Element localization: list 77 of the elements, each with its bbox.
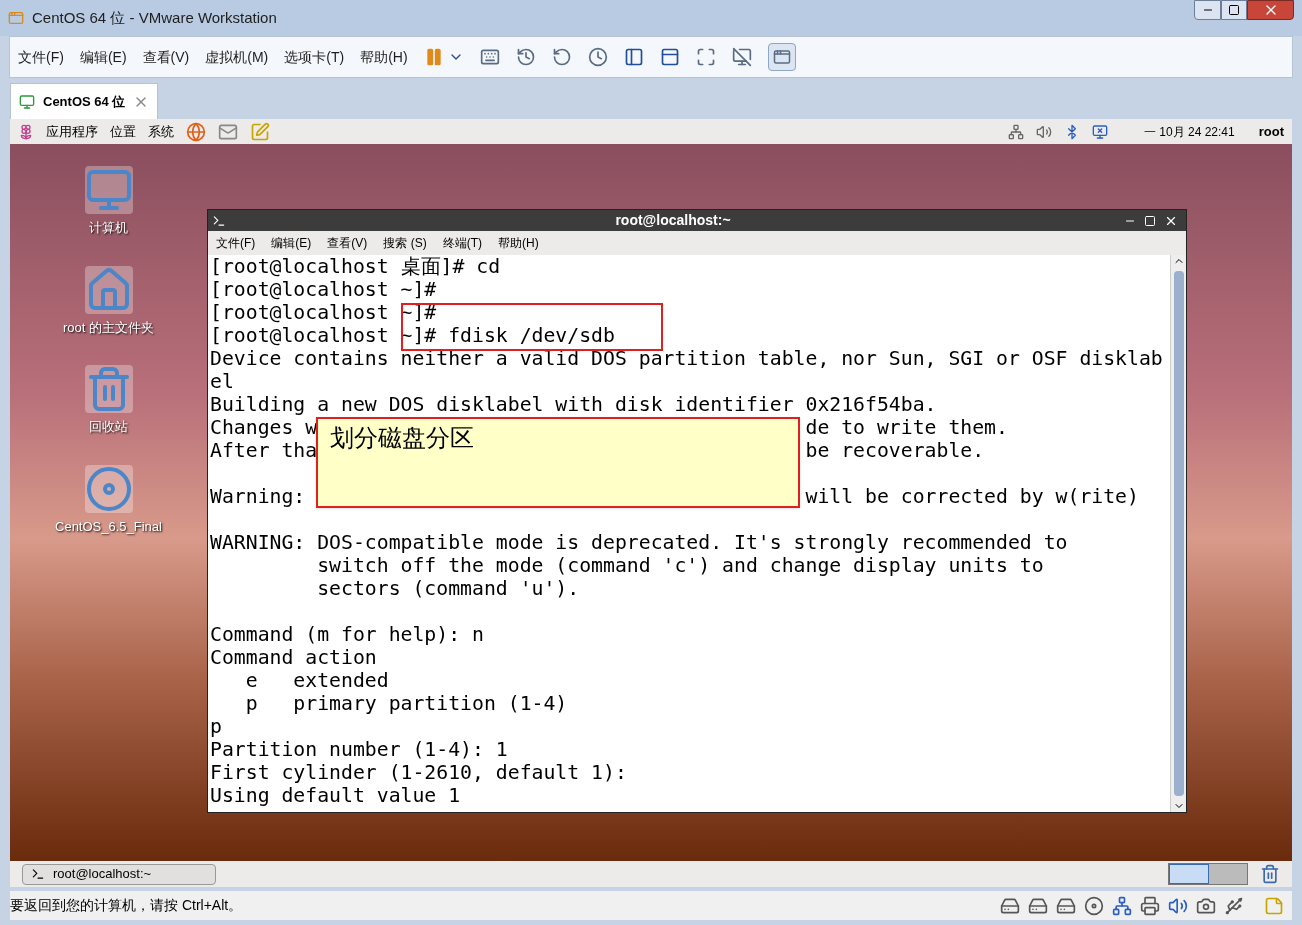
menu-item[interactable]: 文件(F) bbox=[18, 46, 64, 68]
desktop-icon-label[interactable]: root 的主文件夹 bbox=[63, 317, 154, 337]
terminal-line: Command action bbox=[210, 646, 377, 669]
panel-menu[interactable]: 系统 bbox=[148, 121, 174, 142]
menu-item[interactable]: 帮助(H) bbox=[360, 46, 408, 68]
network-icon[interactable] bbox=[1008, 123, 1024, 140]
note-text: 划分磁盘分区 bbox=[330, 424, 474, 452]
close-button[interactable] bbox=[1247, 0, 1294, 20]
terminal-line: First cylinder (1-2610, default 1): bbox=[210, 761, 627, 784]
terminal-line: p primary partition (1-4) bbox=[244, 692, 568, 715]
terminal-line: de to write them. bbox=[805, 416, 1008, 439]
panel-icon[interactable] bbox=[659, 47, 680, 67]
desktop-icon-label[interactable]: 计算机 bbox=[89, 218, 128, 238]
panel-menu[interactable]: 位置 bbox=[110, 121, 136, 142]
panel-clock[interactable]: 一 10月 24 22:41 bbox=[1144, 122, 1235, 141]
tab-label: CentOS 64 位 bbox=[43, 92, 126, 111]
terminal-menu-item[interactable]: 终端(T) bbox=[442, 234, 482, 252]
sound-icon[interactable] bbox=[1168, 895, 1188, 916]
status-text: 要返回到您的计算机，请按 Ctrl+Alt。 bbox=[10, 896, 244, 915]
keyboard-icon[interactable] bbox=[479, 47, 500, 67]
terminal-title: root@localhost:~ bbox=[614, 211, 732, 230]
console-view-icon[interactable] bbox=[767, 43, 796, 71]
network-icon[interactable] bbox=[1112, 895, 1132, 916]
terminal-menu-item[interactable]: 查看(V) bbox=[327, 234, 368, 252]
terminal-icon bbox=[212, 213, 226, 228]
terminal-line: will be corrected by w(rite) bbox=[805, 485, 1139, 508]
scrollbar[interactable] bbox=[1170, 255, 1186, 812]
terminal-icon bbox=[31, 867, 45, 881]
menu-item[interactable]: 编辑(E) bbox=[79, 46, 127, 68]
terminal-line: Partition number (1-4): 1 bbox=[210, 738, 508, 761]
volume-icon[interactable] bbox=[1036, 123, 1052, 140]
maximize-icon bbox=[1228, 4, 1240, 16]
taskbar-item[interactable]: root@localhost:~ bbox=[22, 863, 216, 885]
terminal-line: Using default value 1 bbox=[210, 784, 461, 807]
terminal-line: WARNING: DOS-compatible mode is deprecated. It's strongly recommended to bbox=[210, 531, 1068, 554]
display-icon[interactable] bbox=[1092, 123, 1108, 140]
terminal-line: be recoverable. bbox=[805, 439, 985, 462]
terminal-line: sectors (command 'u'). bbox=[316, 577, 580, 600]
terminal-menu-item[interactable]: 搜索 (S) bbox=[383, 234, 427, 252]
snapshot-icon[interactable] bbox=[515, 47, 536, 67]
terminal-line: [root@localhost ~]# bbox=[210, 278, 437, 301]
minimize-button[interactable] bbox=[1194, 0, 1221, 20]
clock-icon[interactable] bbox=[587, 47, 608, 67]
terminal-line: switch off the mode (command 'c') and change display units to bbox=[316, 554, 1044, 577]
terminal-line: p bbox=[210, 715, 222, 738]
panel-user[interactable]: root bbox=[1258, 121, 1284, 142]
terminal-line: After tha bbox=[210, 439, 318, 462]
fullscreen-icon[interactable] bbox=[695, 47, 716, 67]
panel-menu[interactable]: 应用程序 bbox=[46, 121, 98, 142]
menu-item[interactable]: 虚拟机(M) bbox=[205, 46, 269, 68]
menu-item[interactable]: 选项卡(T) bbox=[284, 46, 345, 68]
menu-item[interactable]: 查看(V) bbox=[142, 46, 190, 68]
terminal-line: el bbox=[210, 370, 234, 393]
maximize-button[interactable] bbox=[1221, 0, 1247, 20]
usb-icon[interactable] bbox=[1224, 895, 1244, 916]
window-title: CentOS 64 位 - VMware Workstation bbox=[32, 7, 278, 28]
sidebar-icon[interactable] bbox=[623, 47, 644, 67]
terminal-menu-item[interactable]: 帮助(H) bbox=[498, 234, 539, 252]
browser-icon[interactable] bbox=[186, 121, 206, 142]
vm-tab[interactable]: CentOS 64 位 bbox=[10, 83, 159, 119]
terminal-line: e extended bbox=[244, 669, 389, 692]
terminal-line: Building a new DOS disklabel with disk identifier 0x216f54ba. bbox=[210, 393, 937, 416]
maximize-icon[interactable] bbox=[1144, 214, 1156, 227]
terminal-line: [root@localhost ~]# fdisk /dev/sdb bbox=[210, 324, 615, 347]
terminal-line: Command (m for help): n bbox=[210, 623, 484, 646]
workspace-switcher[interactable] bbox=[1168, 863, 1248, 885]
terminal-menu-item[interactable]: 文件(F) bbox=[216, 234, 256, 252]
vm-icon bbox=[19, 93, 35, 110]
trash-icon[interactable] bbox=[1260, 864, 1280, 884]
printer-icon[interactable] bbox=[1140, 895, 1160, 916]
app-icon bbox=[8, 10, 24, 26]
terminal-line: Device contains neither a valid DOS partition table, nor Sun, SGI or OSF disklab bbox=[210, 347, 1163, 370]
terminal-line: Warning: bbox=[210, 485, 307, 508]
cd-icon[interactable] bbox=[1084, 895, 1104, 916]
revert-icon[interactable] bbox=[551, 47, 572, 67]
terminal-menu-item[interactable]: 编辑(E) bbox=[271, 234, 312, 252]
terminal-line: [root@localhost 桌面]# cd bbox=[210, 255, 501, 278]
